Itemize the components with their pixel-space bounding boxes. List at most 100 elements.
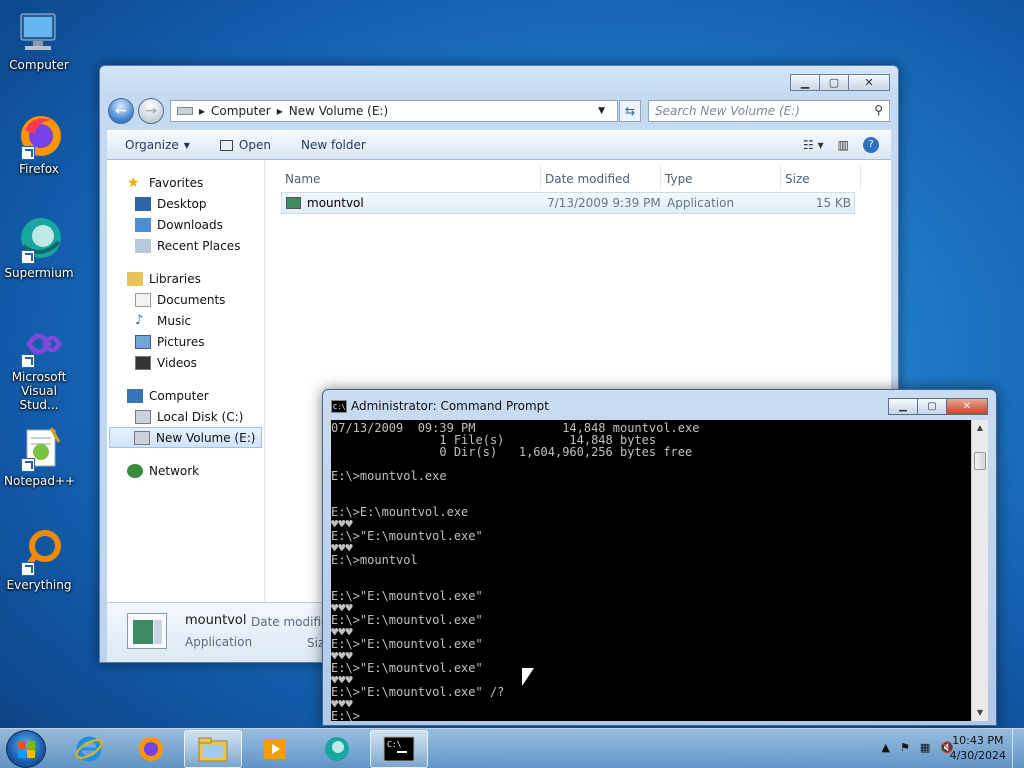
internet-explorer-icon	[75, 736, 103, 762]
column-type[interactable]: Type	[661, 164, 781, 190]
nav-favorites[interactable]: ★ Favorites	[107, 172, 264, 193]
downloads-icon	[135, 217, 151, 232]
console-line: E:\>mountvol	[331, 553, 418, 567]
column-size[interactable]: Size	[781, 164, 861, 190]
organize-button[interactable]: Organize ▼	[125, 138, 190, 152]
nav-documents[interactable]: Documents	[107, 289, 264, 310]
console-line: E:\>"E:\mountvol.exe"	[331, 589, 483, 603]
column-date-modified[interactable]: Date modified	[541, 164, 661, 190]
pictures-icon	[135, 334, 151, 349]
clock-date: 4/30/2024	[949, 749, 1006, 762]
system-tray: ▲ ⚑ ▦ 🔇	[882, 741, 954, 754]
address-bar[interactable]: ▸ Computer ▸ New Volume (E:) ▼	[170, 100, 618, 122]
action-center-flag-icon[interactable]: ⚑	[900, 741, 910, 754]
close-button[interactable]: ✕	[848, 74, 890, 91]
firefox-icon	[139, 737, 163, 761]
minimize-button[interactable]: ▁	[888, 398, 918, 415]
view-options-icon[interactable]: ☷ ▾	[803, 138, 824, 152]
forward-button[interactable]: →	[138, 98, 164, 124]
drive-icon	[134, 430, 150, 445]
taskbar-command-prompt[interactable]: C:\	[370, 730, 428, 768]
nav-videos[interactable]: Videos	[107, 352, 264, 373]
scroll-thumb[interactable]	[974, 452, 986, 470]
console-line: 0 Dir(s) 1,604,960,256 bytes free	[331, 445, 693, 459]
taskbar-file-explorer[interactable]	[184, 730, 242, 768]
help-icon[interactable]: ?	[863, 137, 879, 153]
recent-places-icon	[135, 238, 151, 253]
nav-local-disk[interactable]: Local Disk (C:)	[107, 406, 264, 427]
desktop-icon-visual-studio[interactable]: Microsoft Visual Stud...	[4, 320, 74, 412]
console-line: E:\>"E:\mountvol.exe"	[331, 529, 483, 543]
computer-icon	[127, 388, 143, 403]
console-line: E:\>"E:\mountvol.exe"	[331, 637, 483, 651]
maximize-button[interactable]: ▢	[917, 398, 947, 415]
nav-network[interactable]: Network	[107, 460, 264, 481]
new-folder-button[interactable]: New folder	[301, 138, 366, 152]
console-output[interactable]: 07/13/2009 09:39 PM 14,848 mountvol.exe …	[331, 420, 971, 721]
clock[interactable]: 10:43 PM 4/30/2024	[950, 733, 1006, 763]
minimize-button[interactable]: ▁	[790, 74, 820, 91]
breadcrumb-separator-icon: ▸	[199, 104, 206, 118]
desktop-folder-icon	[135, 196, 151, 211]
maximize-button[interactable]: ▢	[819, 74, 849, 91]
file-row[interactable]: mountvol 7/13/2009 9:39 PM Application 1…	[281, 192, 855, 214]
nav-new-volume[interactable]: New Volume (E:)	[109, 427, 262, 448]
open-button[interactable]: Open	[219, 138, 271, 152]
console-line: ♥♥♥	[331, 697, 353, 711]
search-icon[interactable]: ⚲	[874, 103, 883, 117]
file-size: 15 KB	[815, 196, 851, 210]
desktop-icon-label: Computer	[9, 58, 69, 72]
music-icon: ♪	[135, 312, 144, 328]
nav-computer[interactable]: Computer	[107, 385, 264, 406]
details-file-type: Application	[185, 635, 253, 649]
file-type: Application	[667, 196, 735, 210]
console-line: E:\>mountvol.exe	[331, 469, 447, 483]
breadcrumb-new-volume[interactable]: New Volume (E:)	[289, 104, 388, 118]
preview-pane-icon[interactable]: ▥	[838, 138, 849, 152]
media-player-icon	[264, 739, 286, 759]
taskbar-firefox[interactable]	[122, 730, 180, 768]
application-icon	[127, 613, 167, 649]
window-title: Administrator: Command Prompt	[351, 399, 549, 413]
search-input[interactable]: Search New Volume (E:) ⚲	[648, 100, 890, 122]
network-icon[interactable]: ▦	[920, 741, 930, 754]
breadcrumb-separator-icon: ▸	[276, 104, 283, 118]
taskbar-supermium[interactable]	[308, 730, 366, 768]
scroll-down-icon[interactable]: ▼	[972, 705, 988, 721]
start-button[interactable]	[6, 730, 46, 768]
taskbar-media-player[interactable]	[246, 730, 304, 768]
desktop-icon-supermium[interactable]: Supermium	[4, 216, 74, 280]
nav-pictures[interactable]: Pictures	[107, 331, 264, 352]
open-icon	[219, 139, 233, 151]
show-hidden-icons-icon[interactable]: ▲	[882, 741, 890, 754]
breadcrumb-computer[interactable]: Computer	[211, 104, 271, 118]
desktop-icon-label: Supermium	[4, 266, 74, 280]
close-button[interactable]: ✕	[946, 398, 988, 415]
desktop-icon-notepadpp[interactable]: Notepad++	[4, 424, 75, 488]
column-headers: Name Date modified Type Size	[281, 164, 861, 190]
show-desktop-button[interactable]	[1012, 729, 1024, 768]
taskbar-internet-explorer[interactable]	[60, 730, 118, 768]
vertical-scrollbar[interactable]: ▲ ▼	[971, 420, 988, 721]
visual-studio-icon	[15, 320, 63, 368]
desktop-icon-computer[interactable]: Computer	[4, 8, 74, 72]
supermium-icon	[325, 737, 349, 761]
scroll-up-icon[interactable]: ▲	[972, 420, 988, 436]
column-name[interactable]: Name	[281, 164, 541, 190]
console-line: E:\>E:\mountvol.exe	[331, 505, 469, 519]
command-prompt-window[interactable]: C:\ Administrator: Command Prompt ▁ ▢ ✕ …	[322, 389, 997, 726]
nav-downloads[interactable]: Downloads	[107, 214, 264, 235]
everything-icon	[15, 528, 63, 576]
refresh-button[interactable]: ⇆	[619, 100, 641, 122]
nav-recent-places[interactable]: Recent Places	[107, 235, 264, 256]
nav-desktop[interactable]: Desktop	[107, 193, 264, 214]
address-dropdown-icon[interactable]: ▼	[598, 106, 605, 116]
desktop-icon-everything[interactable]: Everything	[4, 528, 74, 592]
back-button[interactable]: ←	[108, 98, 134, 124]
nav-libraries[interactable]: Libraries	[107, 268, 264, 289]
drive-icon	[135, 409, 151, 424]
desktop-icon-firefox[interactable]: Firefox	[4, 112, 74, 176]
documents-icon	[135, 292, 151, 307]
nav-music[interactable]: ♪ Music	[107, 310, 264, 331]
